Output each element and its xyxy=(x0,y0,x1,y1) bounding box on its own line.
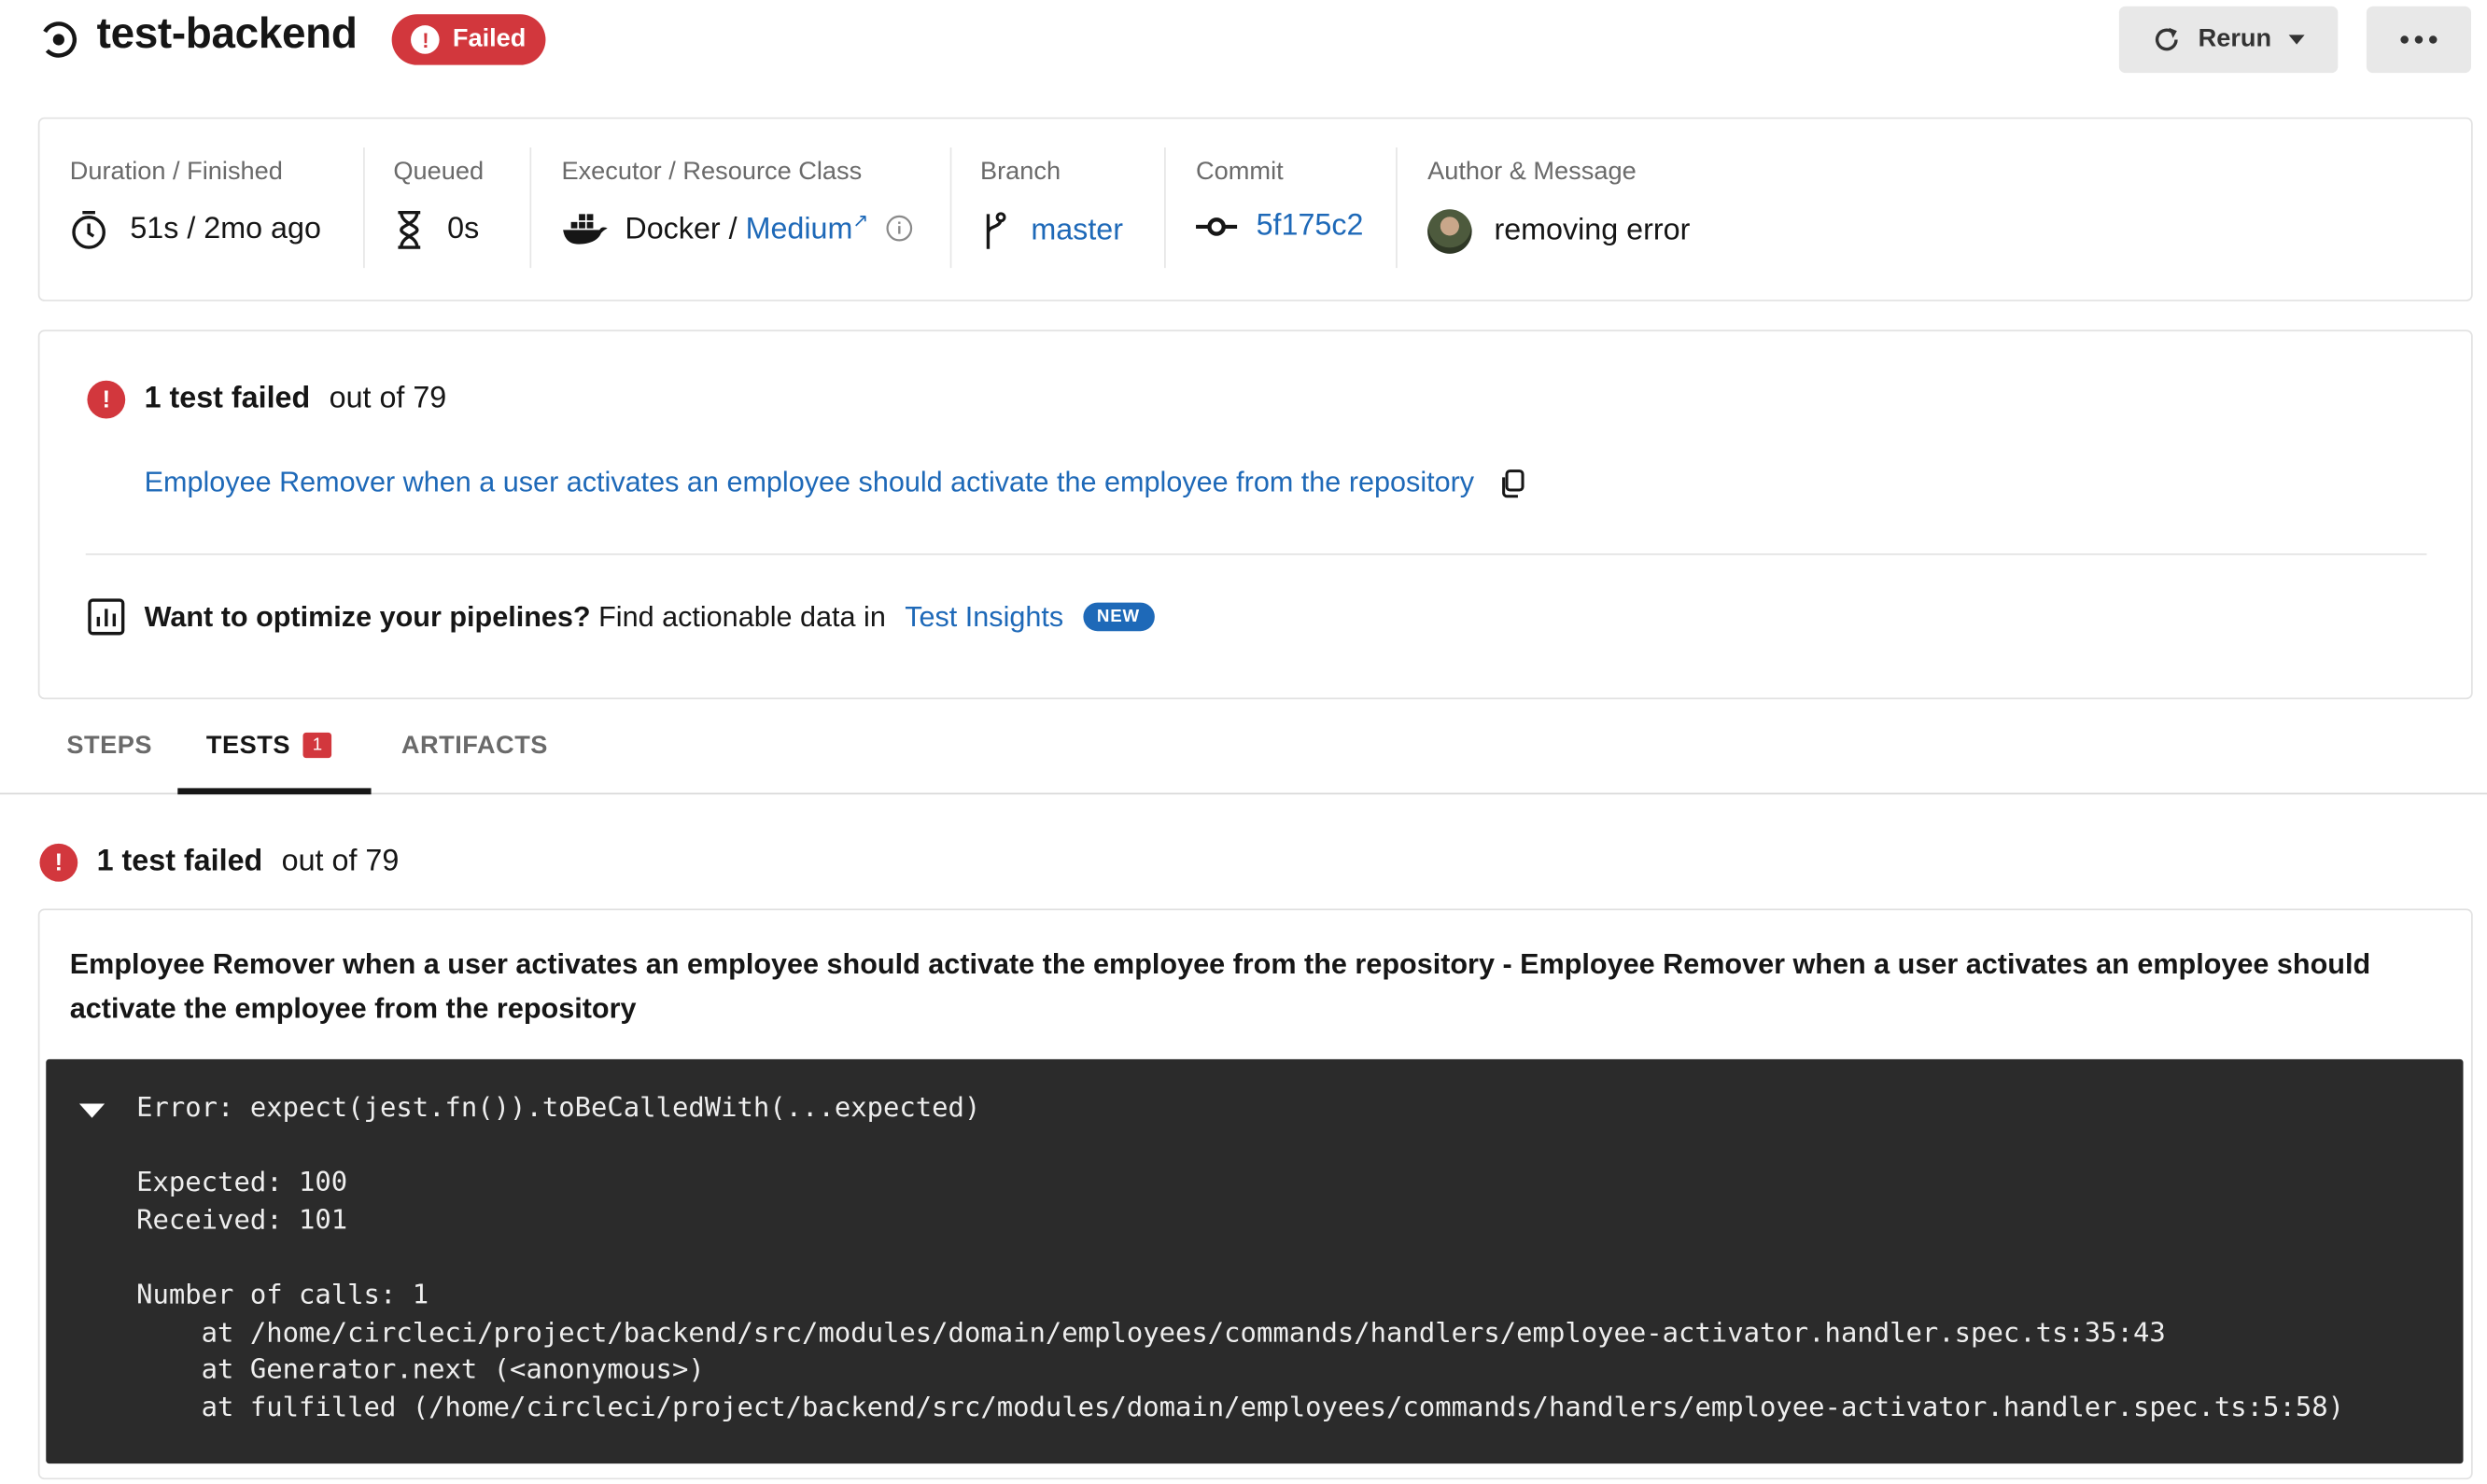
docker-icon xyxy=(563,214,608,245)
error-output-panel: Error: expect(jest.fn()).toBeCalledWith(… xyxy=(46,1058,2464,1464)
duration-label: Duration / Finished xyxy=(69,158,283,186)
test-summary-card: ! 1 test failed out of 79 Employee Remov… xyxy=(37,329,2473,700)
queued-label: Queued xyxy=(393,158,485,186)
tab-steps[interactable]: STEPS xyxy=(66,733,152,762)
branch-icon xyxy=(986,212,1006,249)
total-count: out of 79 xyxy=(329,382,447,416)
failed-test-link[interactable]: Employee Remover when a user activates a… xyxy=(145,467,1474,500)
refresh-icon xyxy=(2155,27,2178,51)
avatar[interactable] xyxy=(1427,209,1472,254)
branch-label: Branch xyxy=(979,158,1061,186)
commit-label: Commit xyxy=(1196,158,1284,186)
failed-icon: ! xyxy=(411,25,441,54)
commit-link[interactable]: 5f175c2 xyxy=(1257,209,1364,244)
ellipsis-icon xyxy=(2400,35,2438,44)
test-title: Employee Remover when a user activates a… xyxy=(69,947,2371,1025)
branch-link[interactable]: master xyxy=(1031,214,1123,248)
chevron-down-icon xyxy=(2288,35,2305,45)
job-title: test-backend xyxy=(96,9,358,58)
external-link-icon: ↗ xyxy=(852,209,869,232)
queued-value: 0s xyxy=(447,212,480,246)
insights-text: Find actionable data in xyxy=(598,600,886,633)
duration-value: 51s / 2mo ago xyxy=(130,212,321,246)
info-icon[interactable] xyxy=(884,215,913,244)
executor-label: Executor / Resource Class xyxy=(561,158,863,186)
new-badge: NEW xyxy=(1082,602,1155,632)
active-tab-indicator xyxy=(177,788,372,795)
error-icon: ! xyxy=(39,843,78,882)
tab-tests-label: TESTS xyxy=(205,732,291,760)
commit-icon xyxy=(1196,217,1238,236)
failed-count: 1 test failed xyxy=(144,382,311,416)
hourglass-icon xyxy=(398,210,421,249)
chart-icon xyxy=(88,598,125,636)
tab-artifacts[interactable]: ARTIFACTS xyxy=(401,733,548,762)
rerun-button[interactable]: Rerun xyxy=(2118,6,2339,74)
resource-class-link[interactable]: Medium xyxy=(746,213,853,246)
rerun-label: Rerun xyxy=(2198,25,2272,53)
more-options-button[interactable] xyxy=(2366,6,2472,74)
results-total-count: out of 79 xyxy=(281,845,400,879)
copy-icon[interactable] xyxy=(1499,467,1528,498)
author-label: Author & Message xyxy=(1427,158,1637,186)
error-output: Error: expect(jest.fn()).toBeCalledWith(… xyxy=(136,1092,2345,1424)
results-failed-count: 1 test failed xyxy=(96,845,263,879)
insights-heading: Want to optimize your pipelines? xyxy=(144,600,591,633)
job-status-icon xyxy=(40,21,77,58)
stopwatch-icon xyxy=(72,210,105,249)
error-icon: ! xyxy=(87,380,126,419)
job-info-card: Duration / Finished 51s / 2mo ago Queued… xyxy=(37,117,2473,301)
test-insights-link[interactable]: Test Insights xyxy=(905,600,1063,634)
tests-count-badge: 1 xyxy=(302,732,332,759)
commit-message: removing error xyxy=(1494,214,1691,248)
status-badge: ! Failed xyxy=(391,14,546,65)
executor-value: Docker / xyxy=(625,213,738,246)
tab-tests[interactable]: TESTS 1 xyxy=(205,732,332,762)
status-label: Failed xyxy=(452,25,527,53)
collapse-toggle-icon[interactable] xyxy=(78,1103,105,1118)
